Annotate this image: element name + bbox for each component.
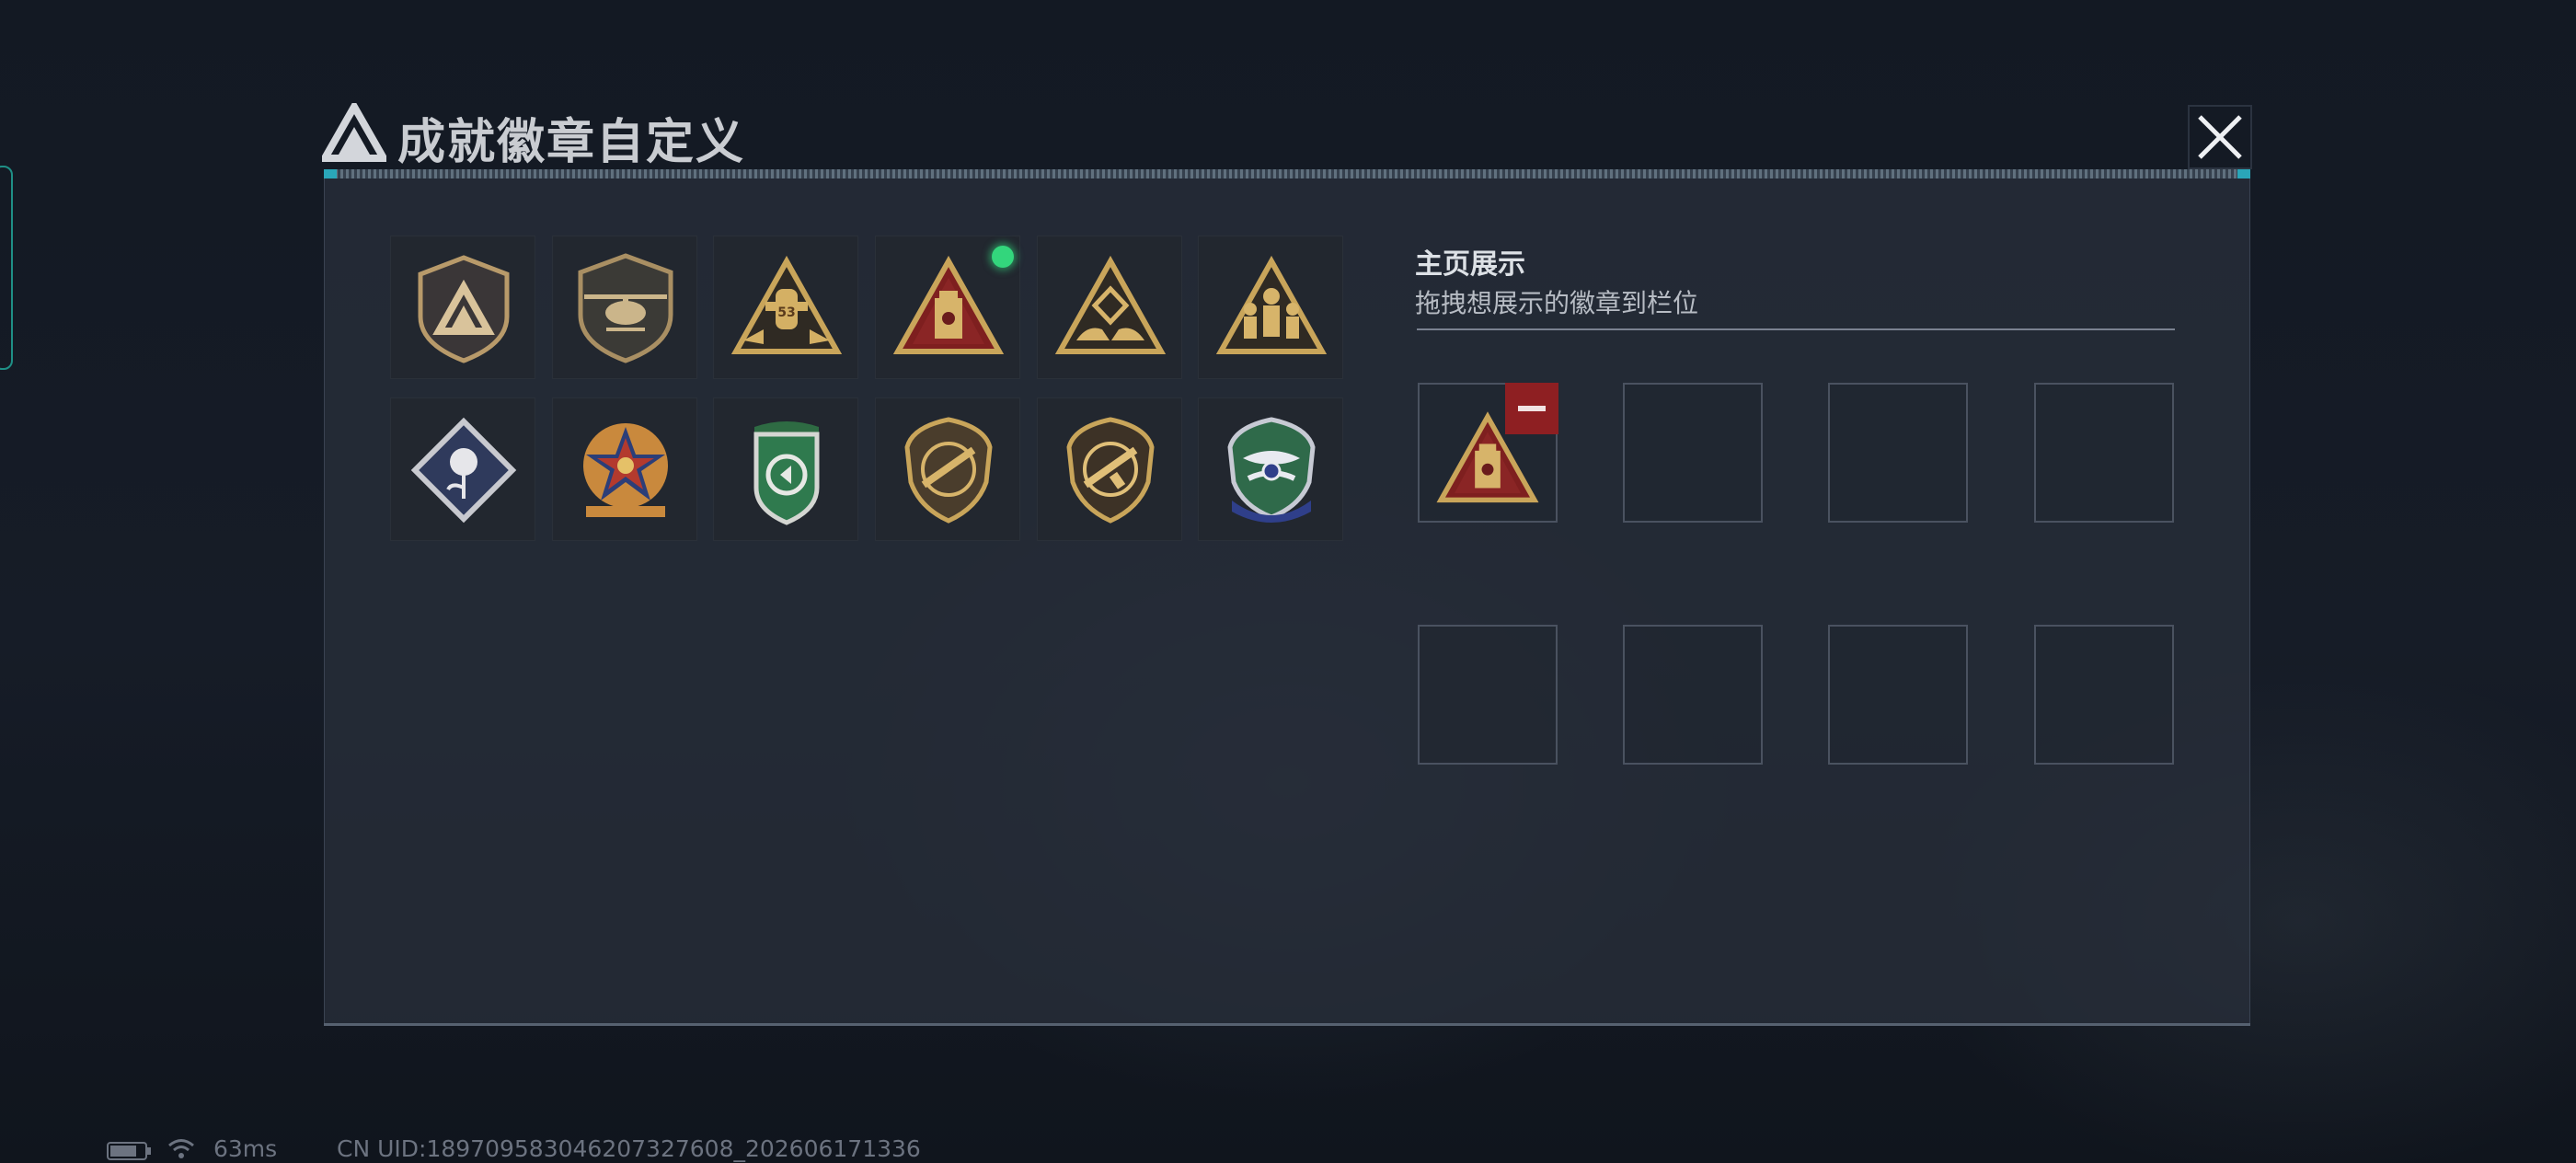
header-divider-cap-right [2237, 169, 2250, 178]
badge-tile-transport-53[interactable]: 53 [713, 236, 858, 379]
wings-shield-badge-icon [1227, 417, 1316, 523]
screen: 成就徽章自定义 53 主页展示 拖拽想展示的徽章到栏位 63ms CN UID:… [0, 0, 2576, 1163]
header-divider-cap-left [324, 169, 337, 178]
uid-text: CN UID:189709583046207327608_20260617133… [337, 1135, 921, 1162]
badge-tile-hands-diamond[interactable] [1037, 236, 1182, 379]
hands-diamond-badge-icon [1054, 255, 1167, 354]
squad-soldiers-badge-icon [1215, 255, 1328, 354]
showcase-slot-7[interactable] [1828, 625, 1968, 765]
badge-tile-supply-crate[interactable] [875, 236, 1020, 379]
shield-triangle-badge-icon [418, 255, 510, 363]
showcase-slot-3[interactable] [1828, 383, 1968, 523]
rifle-shield-badge-2-icon [1066, 417, 1155, 524]
badge-tile-squad-soldiers[interactable] [1198, 236, 1343, 379]
badge-tile-helicopter[interactable] [552, 236, 697, 379]
showcase-slot-4[interactable] [2034, 383, 2174, 523]
header-divider [324, 169, 2250, 178]
showcase-divider [1417, 328, 2175, 330]
dialog-title: 成就徽章自定义 [397, 115, 746, 170]
side-panel-tab[interactable] [0, 166, 13, 370]
badge-tile-star-medal[interactable] [552, 397, 697, 541]
showcase-slot-8[interactable] [2034, 625, 2174, 765]
badge-tile-shield-triangle[interactable] [390, 236, 535, 379]
showcase-slot-6[interactable] [1623, 625, 1763, 765]
badge-tile-rose-diamond[interactable] [390, 397, 535, 541]
showcase-slot-5[interactable] [1418, 625, 1558, 765]
showcase-slot-2[interactable] [1623, 383, 1763, 523]
helicopter-badge-icon [578, 253, 673, 363]
star-medal-badge-icon [583, 423, 668, 517]
battery-icon [107, 1142, 151, 1160]
showcase-title: 主页展示 [1415, 248, 1525, 281]
green-crest-badge-icon [753, 421, 820, 525]
remove-badge-button[interactable] [1505, 383, 1558, 434]
badge-tile-green-crest[interactable] [713, 397, 858, 541]
ping-text: 63ms [213, 1135, 278, 1162]
showcase-subtitle: 拖拽想展示的徽章到栏位 [1415, 288, 1699, 318]
badge-tile-wings-shield[interactable] [1198, 397, 1343, 541]
close-button[interactable] [2188, 105, 2252, 169]
svg-text:53: 53 [777, 305, 795, 320]
title-logo-icon [322, 103, 386, 162]
close-icon [2188, 105, 2252, 169]
supply-crate-badge-icon [892, 255, 1005, 354]
badge-tile-rifle-shield-2[interactable] [1037, 397, 1182, 541]
wifi-icon [168, 1139, 194, 1158]
transport-53-badge-icon: 53 [730, 255, 843, 354]
panel-bottom-border [324, 1023, 2250, 1026]
badge-tile-rifle-shield-1[interactable] [875, 397, 1020, 541]
minus-icon [1518, 406, 1546, 411]
new-indicator-dot [992, 246, 1014, 268]
rose-diamond-badge-icon [410, 417, 517, 524]
rifle-shield-badge-1-icon [904, 417, 993, 524]
